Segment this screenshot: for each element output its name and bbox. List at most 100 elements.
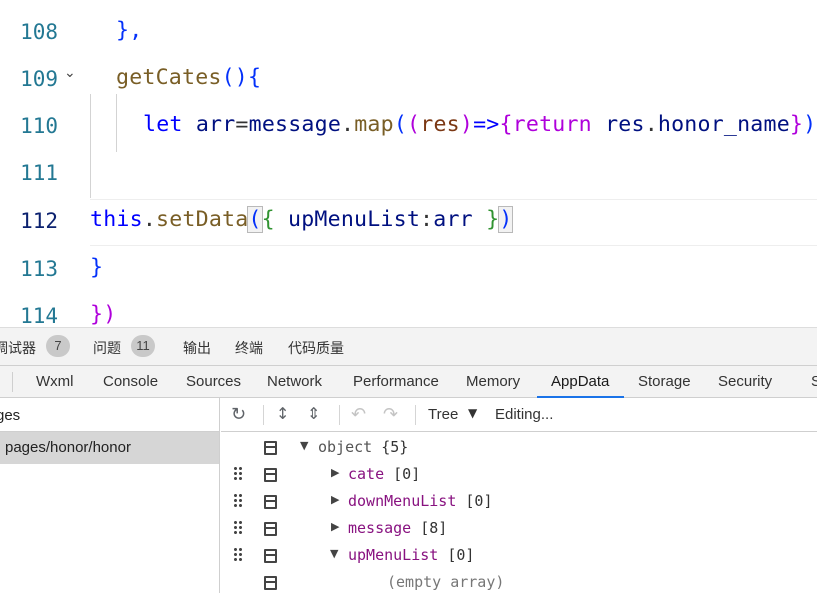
menu-icon[interactable] bbox=[264, 441, 277, 455]
divider bbox=[339, 405, 340, 425]
current-code-line[interactable]: 112 this.setData({ upMenuList:arr }) bbox=[0, 199, 817, 246]
keyword-this: this bbox=[90, 207, 143, 232]
appdata-toolbar: ↻ ↕ ⇕ ↶ ↷ Tree ▼ Editing... bbox=[221, 398, 817, 432]
code-text[interactable]: getCates(){ bbox=[116, 65, 261, 90]
code-editor[interactable]: 108 }, 109 ⌄ getCates(){ 110 let arr=mes… bbox=[0, 0, 817, 327]
tab-performance[interactable]: Performance bbox=[353, 373, 439, 390]
drag-handle-icon[interactable] bbox=[233, 493, 243, 509]
tab-overflow[interactable]: S bbox=[811, 373, 817, 390]
key-count: [0] bbox=[447, 546, 475, 564]
tab-problems[interactable]: 问题 bbox=[93, 338, 121, 358]
tree-row[interactable]: ▶ downMenuList [0] bbox=[221, 488, 817, 515]
divider bbox=[415, 405, 416, 425]
bracket: ) bbox=[803, 112, 817, 137]
drag-handle-icon[interactable] bbox=[233, 520, 243, 536]
tree-row[interactable]: ▼ upMenuList [0] bbox=[221, 542, 817, 569]
function-name: getCates bbox=[116, 65, 222, 90]
function-name: map bbox=[354, 112, 394, 137]
operator: = bbox=[235, 112, 249, 137]
tree-row[interactable]: ▶ cate [0] bbox=[221, 461, 817, 488]
tree-key: object {5} bbox=[318, 438, 408, 456]
key-count: [8] bbox=[420, 519, 448, 537]
key-name: cate bbox=[348, 465, 385, 483]
menu-icon[interactable] bbox=[264, 576, 277, 590]
sidebar-title: ges bbox=[0, 407, 21, 424]
chevron-down-icon[interactable]: ⌄ bbox=[64, 65, 76, 81]
tab-wxml[interactable]: Wxml bbox=[36, 373, 74, 390]
keyword-let: let bbox=[143, 112, 183, 137]
tab-sources[interactable]: Sources bbox=[186, 373, 241, 390]
bracket: { bbox=[499, 112, 513, 137]
line-number: 108 bbox=[20, 20, 58, 44]
problems-count-badge: 11 bbox=[131, 335, 155, 357]
key-name: message bbox=[348, 519, 412, 537]
tree-row[interactable]: ▶ message [8] bbox=[221, 515, 817, 542]
view-mode-select[interactable]: Tree bbox=[428, 406, 458, 423]
property: honor_name bbox=[657, 112, 790, 137]
bracket-match: ( bbox=[247, 206, 263, 233]
devtools-tab-bar: Wxml Console Sources Network Performance… bbox=[0, 365, 817, 398]
tab-network[interactable]: Network bbox=[267, 373, 322, 390]
tree-key: upMenuList [0] bbox=[348, 546, 474, 564]
drag-handle-icon[interactable] bbox=[233, 547, 243, 563]
code-line[interactable]: 109 ⌄ getCates(){ bbox=[0, 57, 817, 104]
key-count: {5} bbox=[381, 438, 409, 456]
code-text[interactable]: }, bbox=[116, 18, 142, 43]
tab-debugger[interactable]: 调试器 bbox=[0, 338, 36, 358]
tree-key: downMenuList [0] bbox=[348, 492, 493, 510]
tab-terminal[interactable]: 终端 bbox=[235, 338, 263, 358]
code-line[interactable]: 111 bbox=[0, 151, 817, 198]
redo-icon[interactable]: ↷ bbox=[383, 404, 398, 425]
sidebar-item-page[interactable]: pages/honor/honor bbox=[0, 432, 219, 464]
refresh-icon[interactable]: ↻ bbox=[231, 404, 246, 425]
empty-array-label: (empty array) bbox=[387, 573, 505, 591]
key-name: object bbox=[318, 438, 373, 456]
bracket: } bbox=[789, 112, 804, 137]
tab-storage[interactable]: Storage bbox=[638, 373, 691, 390]
collapse-icon[interactable]: ▼ bbox=[300, 439, 308, 452]
code-line[interactable]: 113 } bbox=[0, 247, 817, 294]
code-line[interactable]: 108 }, bbox=[0, 10, 817, 57]
code-text[interactable]: } bbox=[90, 255, 103, 280]
bracket: ( bbox=[407, 112, 421, 137]
line-number: 114 bbox=[20, 304, 58, 327]
menu-icon[interactable] bbox=[264, 549, 277, 563]
undo-icon[interactable]: ↶ bbox=[351, 404, 366, 425]
tab-console[interactable]: Console bbox=[103, 373, 158, 390]
collapse-icon[interactable]: ▼ bbox=[330, 547, 338, 560]
tree-row[interactable]: (empty array) bbox=[221, 569, 817, 593]
divider bbox=[263, 405, 264, 425]
debugger-count-badge: 7 bbox=[46, 335, 70, 357]
tab-code-quality[interactable]: 代码质量 bbox=[288, 338, 344, 358]
code-text[interactable]: }) bbox=[90, 302, 116, 327]
tab-memory[interactable]: Memory bbox=[466, 373, 520, 390]
tab-security[interactable]: Security bbox=[718, 373, 772, 390]
expand-icon[interactable]: ▶ bbox=[331, 520, 339, 533]
operator: . bbox=[341, 112, 355, 137]
dropdown-icon[interactable]: ▼ bbox=[468, 406, 477, 420]
variable: arr bbox=[195, 112, 236, 137]
tab-appdata[interactable]: AppData bbox=[551, 373, 609, 390]
expand-icon[interactable]: ▶ bbox=[331, 466, 339, 479]
menu-icon[interactable] bbox=[264, 522, 277, 536]
expand-all-icon[interactable]: ↕ bbox=[276, 404, 289, 423]
menu-icon[interactable] bbox=[264, 495, 277, 509]
variable: res bbox=[420, 112, 460, 137]
code-line[interactable]: 110 let arr=message.map((res)=>{return r… bbox=[0, 104, 817, 151]
code-text[interactable]: let arr=message.map((res)=>{return res.h… bbox=[143, 112, 816, 137]
tree-row[interactable]: ▼ object {5} bbox=[221, 434, 817, 461]
drag-handle-icon[interactable] bbox=[233, 466, 243, 482]
bracket: ( bbox=[393, 112, 408, 137]
sidebar-header: ges bbox=[0, 398, 219, 432]
page-path: pages/honor/honor bbox=[5, 439, 131, 456]
code-text[interactable]: this.setData({ upMenuList:arr }) bbox=[90, 206, 514, 233]
tab-output[interactable]: 输出 bbox=[183, 338, 211, 358]
pages-sidebar: ges pages/honor/honor bbox=[0, 398, 220, 593]
line-number: 112 bbox=[20, 209, 58, 233]
collapse-all-icon[interactable]: ⇕ bbox=[307, 404, 320, 423]
expand-icon[interactable]: ▶ bbox=[331, 493, 339, 506]
operator: : bbox=[420, 207, 434, 232]
menu-icon[interactable] bbox=[264, 468, 277, 482]
code-line[interactable]: 114 }) bbox=[0, 294, 817, 327]
line-number: 111 bbox=[20, 161, 58, 185]
